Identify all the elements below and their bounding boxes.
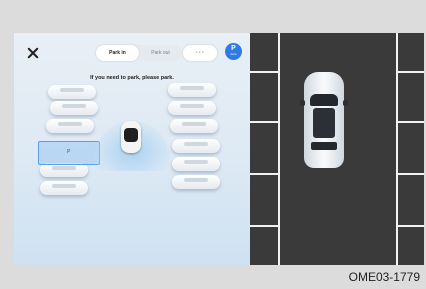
park-mode-toggle[interactable]: Park in Park out (96, 45, 182, 61)
park-icon-caption: Auto (230, 52, 237, 56)
ego-vehicle-icon (121, 121, 141, 153)
car-mirror-left (300, 100, 305, 106)
slot-line (396, 71, 424, 73)
park-icon-letter: P (231, 45, 236, 52)
parked-car (170, 155, 222, 173)
parking-overview-panel: Park in Park out · · · P Auto If you nee… (14, 33, 250, 265)
tab-park-out[interactable]: Park out (139, 45, 182, 61)
slot-line (250, 71, 280, 73)
display-frame: Park in Park out · · · P Auto If you nee… (14, 33, 424, 265)
parked-car (48, 99, 100, 117)
lane-line-left (278, 33, 280, 265)
parked-car (38, 179, 90, 197)
car-mirror-right (343, 100, 348, 106)
auto-park-button[interactable]: P Auto (225, 43, 242, 60)
slot-line (250, 121, 280, 123)
slot-line (250, 173, 280, 175)
view-option-button[interactable]: · · · (183, 45, 217, 61)
lane-line-right (396, 33, 398, 265)
car-roof (313, 108, 335, 138)
slot-line (396, 225, 424, 227)
parked-car (168, 117, 220, 135)
car-windshield (310, 94, 338, 106)
parked-car (166, 81, 218, 99)
parked-car (166, 99, 218, 117)
tab-park-in[interactable]: Park in (96, 45, 139, 61)
close-icon[interactable] (26, 46, 40, 60)
car-rear-window (311, 142, 337, 150)
figure-code: OME03-1779 (348, 270, 420, 284)
camera-vehicle-topdown (300, 72, 348, 168)
slot-line (396, 121, 424, 123)
slot-line (250, 225, 280, 227)
parked-car (170, 137, 222, 155)
parked-car (44, 117, 96, 135)
slot-marker: P (67, 149, 71, 155)
slot-line (396, 173, 424, 175)
parked-car (170, 173, 222, 191)
